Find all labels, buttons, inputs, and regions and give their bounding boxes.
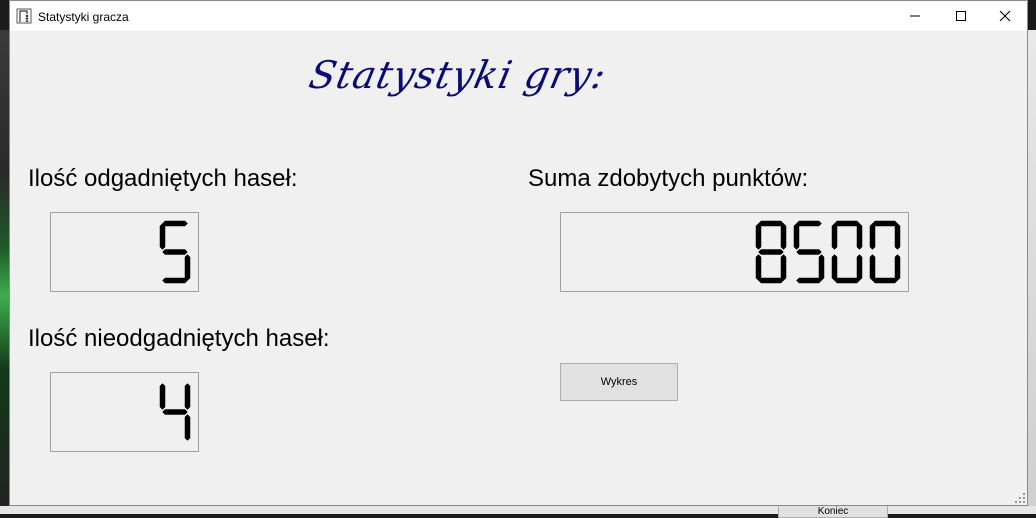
background-app-edge-right — [1028, 30, 1036, 514]
lcd-segment — [159, 383, 166, 410]
title-bar[interactable]: Statystyki gracza — [10, 1, 1027, 31]
lcd-segment — [780, 223, 787, 250]
minimize-button[interactable] — [892, 1, 938, 31]
lcd-segment — [184, 254, 191, 281]
lcd-segment — [856, 223, 863, 250]
lcd-segment — [872, 220, 898, 227]
guessed-value-digits — [159, 220, 191, 284]
lcd-segment — [872, 277, 898, 284]
guessed-lcd-display — [50, 212, 199, 292]
points-lcd-display — [560, 212, 909, 292]
maximize-icon — [956, 11, 966, 21]
lcd-segment — [834, 220, 860, 227]
resize-grip-icon[interactable] — [1015, 493, 1025, 503]
lcd-segment — [758, 220, 784, 227]
lcd-segment — [869, 223, 876, 250]
app-icon — [16, 8, 32, 24]
lcd-segment — [780, 254, 787, 281]
lcd-segment — [831, 254, 838, 281]
lcd-segment — [856, 254, 863, 281]
lcd-segment — [796, 220, 822, 227]
maximize-button[interactable] — [938, 1, 984, 31]
lcd-segment — [755, 223, 762, 250]
lcd-segment — [162, 409, 188, 415]
points-label: Suma zdobytych punktów: — [528, 165, 809, 192]
lcd-segment — [758, 249, 784, 255]
chart-button[interactable]: Wykres — [560, 363, 678, 401]
close-icon — [999, 10, 1011, 22]
stats-window: Statystyki gracza Statystyki gry: Ilość … — [9, 0, 1028, 506]
lcd-segment — [159, 223, 166, 250]
lcd-segment — [184, 383, 191, 410]
lcd-segment — [869, 254, 876, 281]
not-guessed-label: Ilość nieodgadniętych haseł: — [28, 325, 330, 352]
lcd-segment — [894, 223, 901, 250]
not-guessed-lcd-display — [50, 372, 199, 452]
lcd-segment — [162, 220, 188, 227]
lcd-segment — [796, 277, 822, 284]
guessed-label: Ilość odgadniętych haseł: — [28, 165, 298, 192]
lcd-segment — [184, 414, 191, 441]
not-guessed-value-digits — [159, 383, 191, 441]
lcd-segment — [818, 254, 825, 281]
minimize-icon — [910, 15, 920, 17]
points-value-digits — [755, 220, 901, 284]
lcd-segment — [894, 254, 901, 281]
window-title: Statystyki gracza — [38, 10, 129, 24]
lcd-segment — [796, 249, 822, 255]
lcd-segment — [162, 277, 188, 284]
lcd-segment — [831, 223, 838, 250]
lcd-segment — [758, 277, 784, 284]
lcd-segment — [755, 254, 762, 281]
lcd-segment — [162, 249, 188, 255]
close-button[interactable] — [982, 1, 1028, 31]
page-heading: Statystyki gry: — [305, 53, 611, 97]
lcd-segment — [793, 223, 800, 250]
lcd-segment — [834, 277, 860, 284]
